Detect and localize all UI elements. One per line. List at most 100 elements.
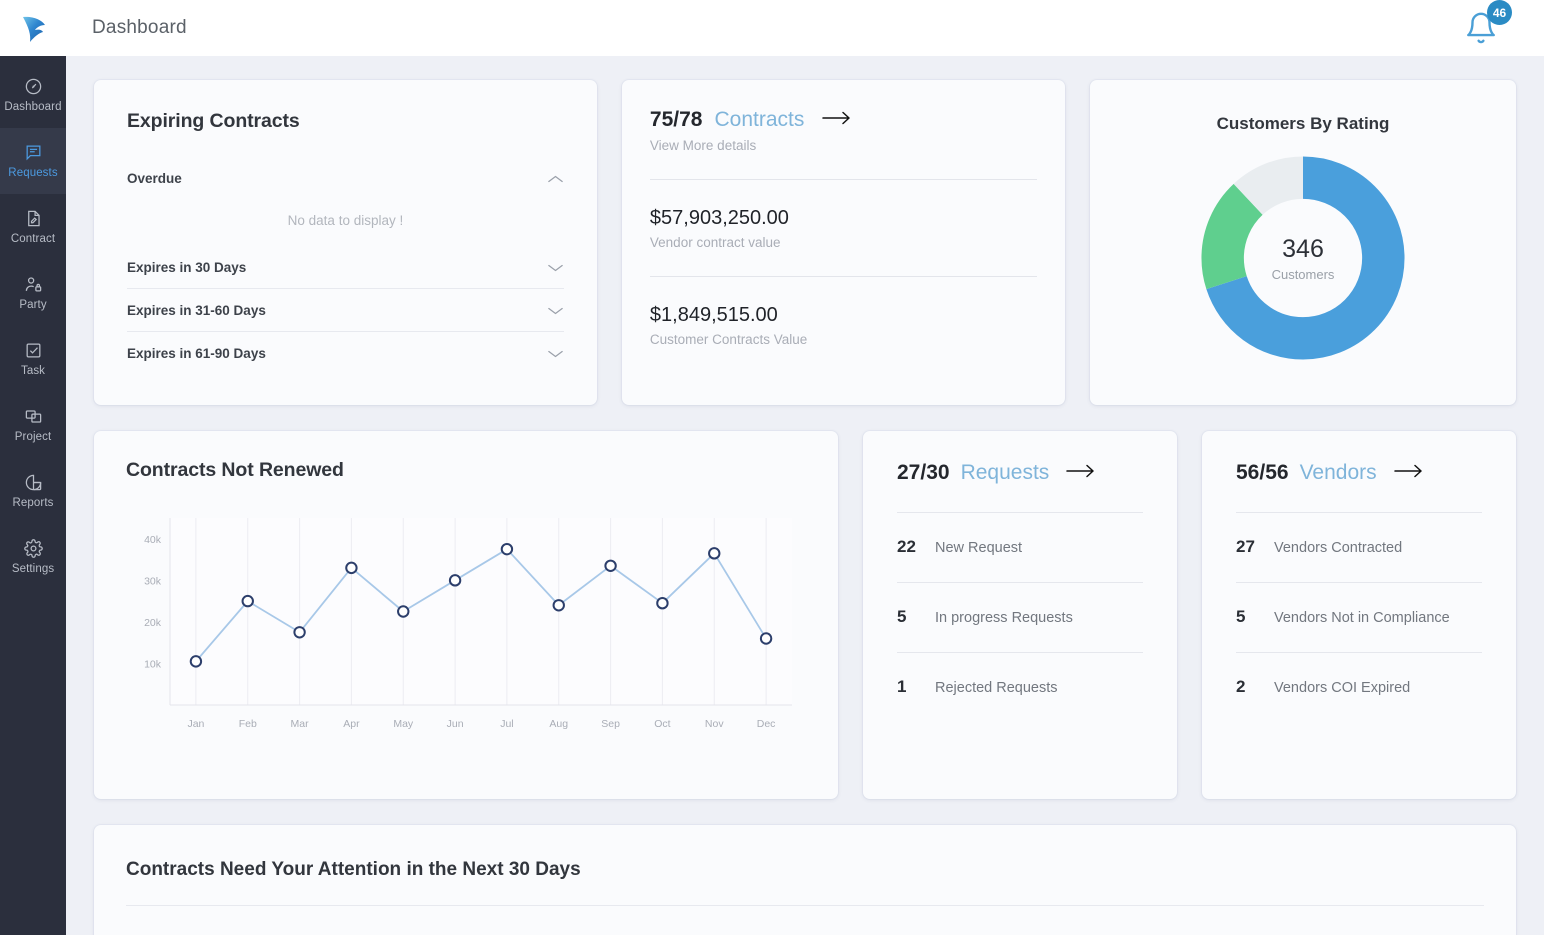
- document-edit-icon: [24, 209, 43, 228]
- contracts-header: 75/78 Contracts: [650, 108, 1037, 132]
- donut-chart: 346 Customers: [1197, 152, 1409, 364]
- list-item[interactable]: 5 Vendors Not in Compliance: [1236, 583, 1482, 652]
- list-item-count: 27: [1236, 537, 1258, 557]
- contracts-link[interactable]: Contracts: [714, 108, 804, 132]
- app-logo[interactable]: [0, 0, 66, 56]
- sidebar-item-requests[interactable]: Requests: [0, 128, 66, 194]
- sidebar-item-label: Party: [19, 299, 46, 311]
- sidebar-item-label: Requests: [8, 167, 57, 179]
- svg-text:Sep: Sep: [601, 718, 620, 730]
- sidebar: Dashboard Requests Contract Party: [0, 56, 66, 935]
- contracts-not-renewed-card: Contracts Not Renewed 10k20k30k40kJanFeb…: [94, 431, 838, 799]
- list-item-label: Rejected Requests: [935, 680, 1058, 696]
- accordion-overdue[interactable]: Overdue: [127, 157, 564, 199]
- notification-button[interactable]: 46: [1458, 5, 1504, 51]
- sidebar-item-reports[interactable]: Reports: [0, 458, 66, 524]
- sidebar-item-project[interactable]: Project: [0, 392, 66, 458]
- chevron-down-icon: [547, 263, 564, 273]
- svg-text:Jan: Jan: [187, 718, 204, 730]
- requests-count: 27/30: [897, 461, 950, 485]
- vendors-count: 56/56: [1236, 461, 1289, 485]
- sidebar-item-label: Dashboard: [4, 101, 61, 113]
- customers-by-rating-card: Customers By Rating 346 Customers: [1090, 80, 1516, 405]
- gauge-icon: [24, 77, 43, 96]
- top-bar: Dashboard 46: [0, 0, 1544, 56]
- bell-wrap: 46: [1464, 11, 1498, 45]
- accordion-expires-31-60[interactable]: Expires in 31-60 Days: [127, 289, 564, 331]
- swoosh-logo-icon: [15, 11, 51, 45]
- svg-text:10k: 10k: [144, 658, 162, 670]
- contracts-subtitle[interactable]: View More details: [650, 138, 1037, 153]
- customer-contract-value-label: Customer Contracts Value: [650, 332, 1037, 347]
- list-item-label: In progress Requests: [935, 610, 1073, 626]
- list-item[interactable]: 2 Vendors COI Expired: [1236, 653, 1482, 722]
- notification-badge: 46: [1487, 0, 1512, 25]
- sidebar-item-label: Project: [15, 431, 52, 443]
- accordion-expires-61-90[interactable]: Expires in 61-90 Days: [127, 332, 564, 374]
- message-icon: [24, 143, 43, 162]
- report-chart-icon: [24, 473, 43, 492]
- page-title: Dashboard: [92, 17, 187, 39]
- list-item[interactable]: 22 New Request: [897, 513, 1143, 582]
- svg-text:Mar: Mar: [291, 718, 310, 730]
- arrow-right-icon[interactable]: [1394, 463, 1424, 484]
- attention-card-title: Contracts Need Your Attention in the Nex…: [126, 859, 1484, 881]
- list-item-count: 2: [1236, 677, 1258, 697]
- arrow-right-icon[interactable]: [1066, 463, 1096, 484]
- list-item-label: Vendors Not in Compliance: [1274, 610, 1450, 626]
- list-item-count: 22: [897, 537, 919, 557]
- list-item[interactable]: 1 Rejected Requests: [897, 653, 1143, 722]
- customer-contract-value: $1,849,515.00: [650, 304, 1037, 327]
- sidebar-item-label: Task: [21, 365, 45, 377]
- sidebar-item-contract[interactable]: Contract: [0, 194, 66, 260]
- requests-card: 27/30 Requests 22 New Request 5 In progr…: [863, 431, 1177, 799]
- list-item[interactable]: 5 In progress Requests: [897, 583, 1143, 652]
- vendors-header: 56/56 Vendors: [1236, 461, 1482, 485]
- donut-center-value: 346: [1282, 235, 1324, 264]
- arrow-right-icon[interactable]: [822, 110, 852, 131]
- sidebar-item-task[interactable]: Task: [0, 326, 66, 392]
- folders-icon: [24, 407, 43, 426]
- list-item-label: New Request: [935, 540, 1022, 556]
- donut-center-label: Customers: [1272, 267, 1335, 282]
- expiring-contracts-card: Expiring Contracts Overdue No data to di…: [94, 80, 597, 405]
- chevron-down-icon: [547, 349, 564, 359]
- svg-text:Aug: Aug: [549, 718, 568, 730]
- contracts-stats-card: 75/78 Contracts View More details $57,90…: [622, 80, 1065, 405]
- donut-center: 346 Customers: [1197, 152, 1409, 364]
- no-data-message: No data to display !: [127, 199, 564, 246]
- chevron-down-icon: [547, 306, 564, 316]
- main-content: Expiring Contracts Overdue No data to di…: [66, 56, 1544, 935]
- attention-contracts-card: Contracts Need Your Attention in the Nex…: [94, 825, 1516, 935]
- list-item-count: 1: [897, 677, 919, 697]
- sidebar-item-settings[interactable]: Settings: [0, 524, 66, 590]
- accordion-label: Expires in 30 Days: [127, 260, 246, 275]
- svg-text:Jun: Jun: [447, 718, 464, 730]
- requests-link[interactable]: Requests: [961, 461, 1050, 485]
- sidebar-item-label: Settings: [12, 563, 54, 575]
- dashboard-page: Dashboard 46 Dashboard Requests: [0, 0, 1544, 935]
- sidebar-item-party[interactable]: Party: [0, 260, 66, 326]
- donut-chart-title: Customers By Rating: [1217, 114, 1390, 134]
- line-chart-title: Contracts Not Renewed: [126, 459, 806, 482]
- list-item-label: Vendors COI Expired: [1274, 680, 1410, 696]
- vendor-contract-value-label: Vendor contract value: [650, 235, 1037, 250]
- vendors-card: 56/56 Vendors 27 Vendors Contracted 5 Ve…: [1202, 431, 1516, 799]
- svg-text:Jul: Jul: [500, 718, 513, 730]
- svg-text:Nov: Nov: [705, 718, 724, 730]
- vendors-link[interactable]: Vendors: [1300, 461, 1377, 485]
- line-chart-svg: 10k20k30k40kJanFebMarAprMayJunJulAugSepO…: [126, 508, 806, 743]
- chevron-up-icon: [547, 174, 564, 184]
- svg-text:Apr: Apr: [343, 718, 360, 730]
- svg-text:May: May: [393, 718, 414, 730]
- line-chart: 10k20k30k40kJanFebMarAprMayJunJulAugSepO…: [126, 508, 806, 748]
- accordion-label: Overdue: [127, 171, 182, 186]
- accordion-expires-30[interactable]: Expires in 30 Days: [127, 246, 564, 288]
- person-lock-icon: [24, 275, 43, 294]
- divider: [650, 276, 1037, 277]
- sidebar-item-dashboard[interactable]: Dashboard: [0, 62, 66, 128]
- list-item[interactable]: 27 Vendors Contracted: [1236, 513, 1482, 582]
- svg-text:20k: 20k: [144, 617, 162, 629]
- list-item-count: 5: [897, 607, 919, 627]
- svg-text:Feb: Feb: [239, 718, 257, 730]
